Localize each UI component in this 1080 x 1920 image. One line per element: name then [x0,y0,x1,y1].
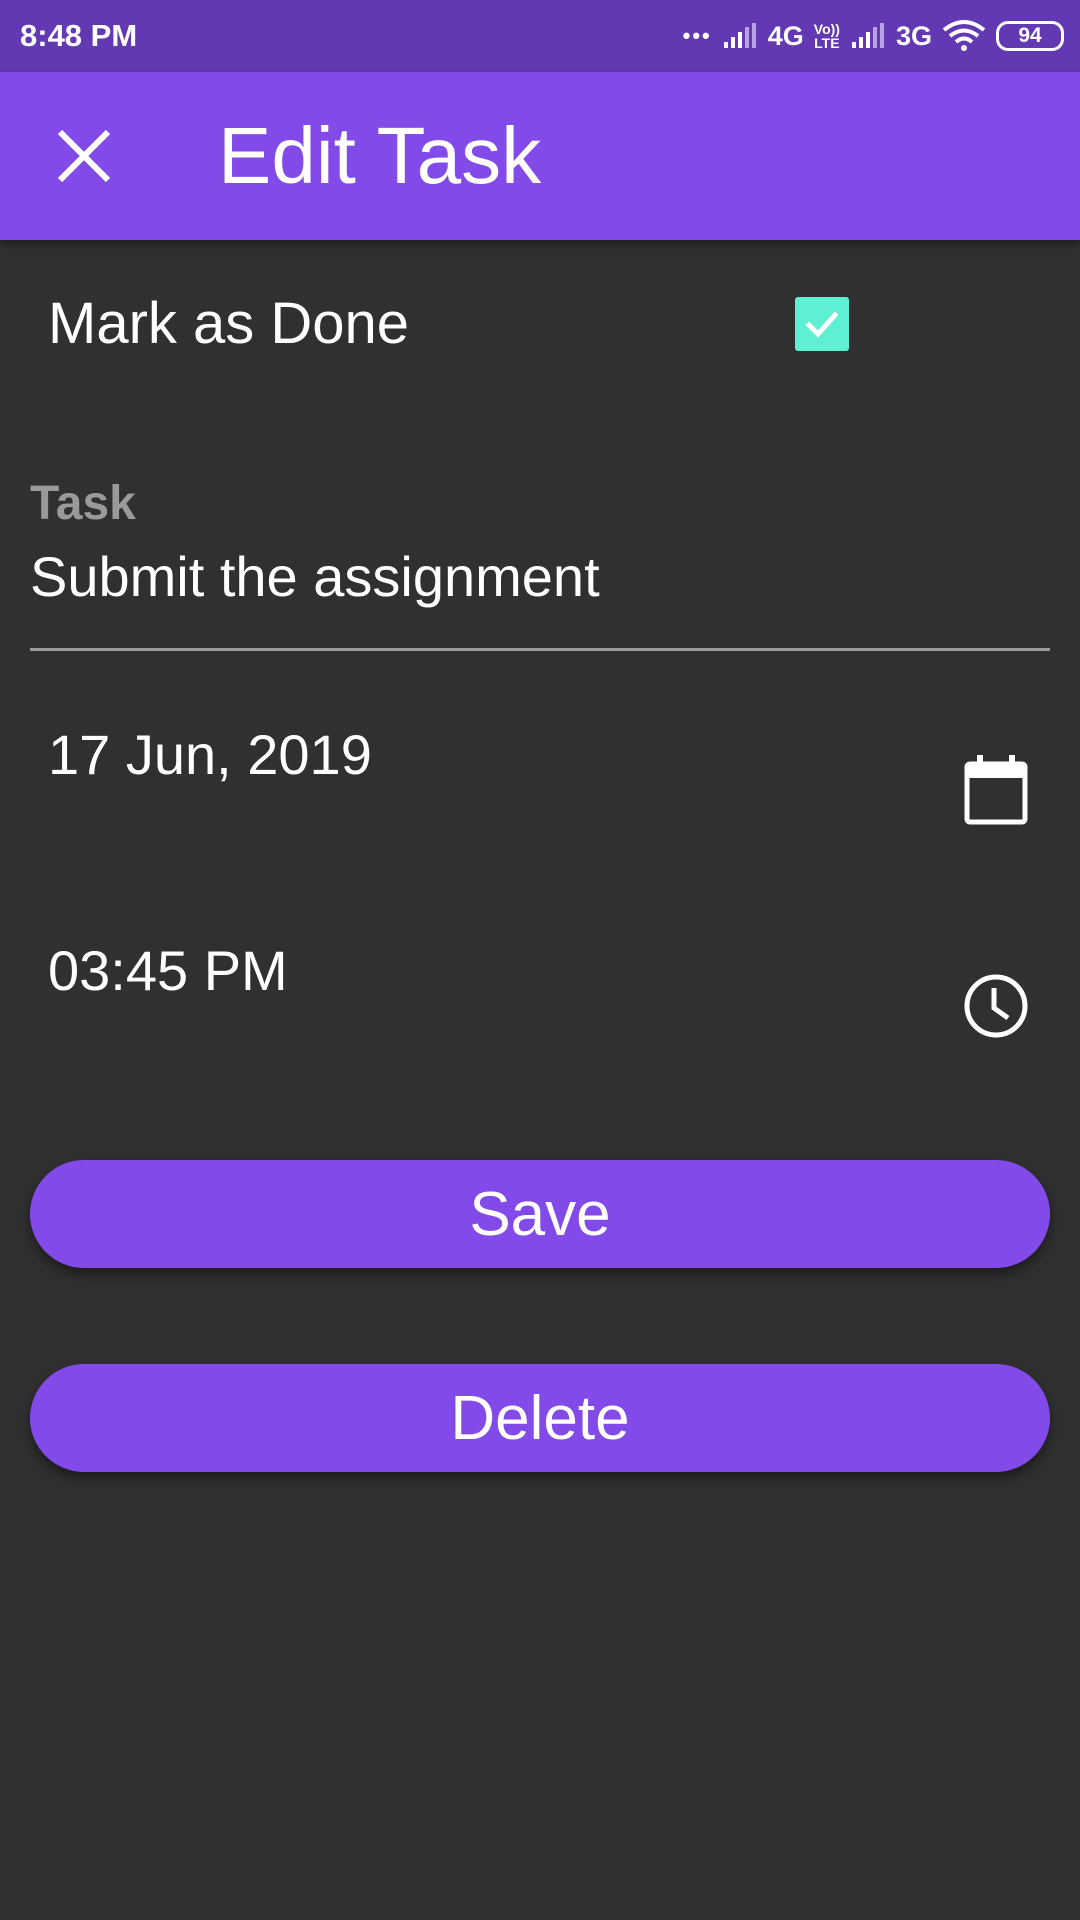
close-icon [57,129,111,183]
time-value[interactable]: 03:45 PM [48,938,288,1003]
volte-bottom-label: LTE [814,35,840,51]
status-bar: 8:48 PM ••• 4G Vo)) LTE 3G 94 [0,0,1080,72]
task-input-underline [30,648,1050,651]
status-dots: ••• [682,23,712,48]
task-input[interactable]: Submit the assignment [30,544,600,609]
save-button[interactable]: Save [30,1160,1050,1268]
network-4g-label: 4G [767,20,804,51]
close-button[interactable] [44,116,124,196]
volte-badge: Vo)) LTE [814,22,840,50]
app-bar: Edit Task [0,72,1080,240]
calendar-icon[interactable] [962,754,1030,826]
battery-icon: 94 [996,21,1064,51]
delete-button[interactable]: Delete [30,1364,1050,1472]
task-field-label: Task [30,477,136,530]
signal-icon [723,23,756,48]
mark-done-row: Mark as Done [48,286,848,366]
signal-icon [851,23,884,48]
page-title: Edit Task [218,111,542,200]
mark-done-label: Mark as Done [48,291,410,356]
date-value[interactable]: 17 Jun, 2019 [48,722,372,787]
volte-top-label: Vo)) [813,21,840,37]
wifi-icon [942,20,986,51]
checkmark-icon [805,311,839,338]
clock-icon[interactable] [962,972,1030,1040]
network-3g-label: 3G [895,20,932,51]
status-icons: ••• 4G Vo)) LTE 3G 94 [683,20,1064,52]
status-time: 8:48 PM [20,18,138,53]
mark-done-checkbox[interactable] [795,297,849,351]
